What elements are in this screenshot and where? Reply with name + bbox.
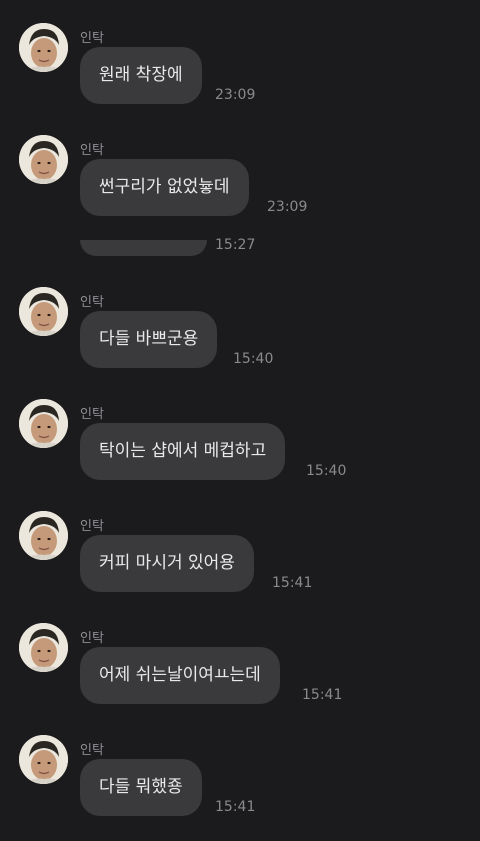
profile-photo-avatar[interactable]	[19, 735, 68, 784]
sender-name: 인탁	[80, 295, 104, 310]
message-bubble[interactable]: 다들 바쁘군용	[80, 311, 218, 368]
sender-name: 인탁	[80, 31, 104, 46]
message-timestamp: 15:40	[233, 351, 274, 367]
message-bubble[interactable]: 커피 마시거 있어용	[80, 535, 254, 592]
message-bubble[interactable]: 다들 뭐했죵	[80, 759, 202, 816]
message-bubble[interactable]: 썬구리가 없었늏데	[80, 159, 249, 216]
avatar-face-icon	[19, 735, 68, 784]
sender-name: 인탁	[80, 631, 104, 646]
profile-photo-avatar[interactable]	[19, 287, 68, 336]
message-timestamp: 15:40	[306, 463, 347, 479]
message-bubble-partial[interactable]	[80, 240, 207, 256]
message-timestamp: 15:41	[272, 575, 313, 591]
message-timestamp: 15:41	[302, 687, 343, 703]
profile-photo-avatar[interactable]	[19, 135, 68, 184]
sender-name: 인탁	[80, 143, 104, 158]
avatar-face-icon	[19, 399, 68, 448]
message-timestamp: 23:09	[215, 87, 256, 103]
avatar-face-icon	[19, 23, 68, 72]
sender-name: 인탁	[80, 407, 104, 422]
chat-window: 인탁 원래 착장에 23:09 인탁 썬구리가 없었늏데 23:09 15:27	[0, 0, 480, 841]
profile-photo-avatar[interactable]	[19, 23, 68, 72]
message-timestamp: 15:41	[215, 799, 256, 815]
message-timestamp: 23:09	[267, 199, 308, 215]
profile-photo-avatar[interactable]	[19, 399, 68, 448]
avatar-face-icon	[19, 511, 68, 560]
avatar-face-icon	[19, 135, 68, 184]
avatar-face-icon	[19, 623, 68, 672]
message-timestamp: 15:27	[215, 237, 256, 253]
message-bubble[interactable]: 탁이는 샵에서 메컵하고	[80, 423, 286, 480]
sender-name: 인탁	[80, 519, 104, 534]
avatar-face-icon	[19, 287, 68, 336]
profile-photo-avatar[interactable]	[19, 511, 68, 560]
profile-photo-avatar[interactable]	[19, 623, 68, 672]
message-bubble[interactable]: 원래 착장에	[80, 47, 202, 104]
sender-name: 인탁	[80, 743, 104, 758]
message-bubble[interactable]: 어제 쉬는날이여ㅛ는데	[80, 647, 280, 704]
